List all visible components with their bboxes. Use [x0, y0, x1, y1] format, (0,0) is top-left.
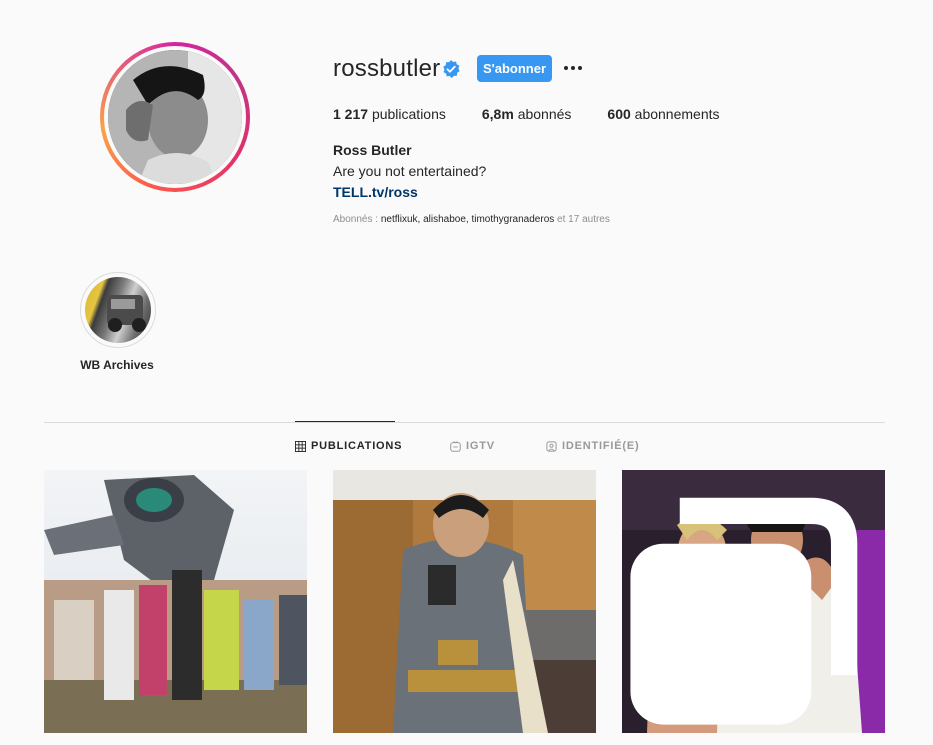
story-highlight[interactable]: [80, 272, 156, 348]
post-thumbnail[interactable]: [333, 470, 596, 733]
bio-link[interactable]: TELL.tv/ross: [333, 184, 418, 200]
post-thumbnail[interactable]: [622, 470, 885, 733]
tab-label: IGTV: [466, 440, 495, 452]
bio-text: Are you not entertained?: [333, 163, 487, 179]
followed-by-prefix: Abonnés :: [333, 214, 379, 225]
multiple-photos-icon: [630, 497, 858, 725]
followed-by-names: netflixuk, alishaboe, timothygranaderos: [380, 214, 555, 225]
tab-tagged[interactable]: IDENTIFIÉ(E): [546, 438, 639, 454]
grid-icon: [295, 440, 306, 452]
tab-igtv[interactable]: IGTV: [450, 438, 495, 454]
tagged-icon: [546, 440, 557, 452]
stat-posts: 1 217 publications: [333, 106, 446, 122]
posts-count: 1 217: [333, 106, 369, 122]
posts-label: publications: [371, 106, 446, 122]
followed-by[interactable]: Abonnés : netflixuk, alishaboe, timothyg…: [333, 214, 610, 225]
highlight-label: WB Archives: [80, 358, 154, 372]
follow-button[interactable]: S'abonner: [477, 55, 552, 82]
tab-publications[interactable]: PUBLICATIONS: [295, 438, 402, 454]
costume-photo: [333, 470, 596, 733]
profile-avatar[interactable]: [100, 42, 250, 192]
more-options-icon[interactable]: [562, 58, 584, 78]
highlight-cover: [85, 277, 151, 343]
followed-by-suffix: et 17 autres: [557, 214, 610, 225]
post-thumbnail[interactable]: [44, 470, 307, 733]
avatar-photo: [108, 50, 242, 184]
username: rossbutler: [333, 55, 441, 82]
tabs-divider: [44, 422, 885, 423]
followers-count: 6,8m: [481, 106, 514, 122]
following-label: abonnements: [634, 106, 720, 122]
verified-badge-icon: [443, 60, 460, 78]
profile-stats: 1 217 publications 6,8m abonnés 600 abon…: [333, 106, 756, 122]
active-tab-indicator: [295, 421, 395, 422]
stat-following[interactable]: 600 abonnements: [607, 106, 719, 122]
stat-followers[interactable]: 6,8m abonnés: [482, 106, 572, 122]
tab-label: PUBLICATIONS: [311, 440, 403, 452]
igtv-icon: [450, 440, 461, 452]
tab-label: IDENTIFIÉ(E): [562, 440, 640, 452]
following-count: 600: [607, 106, 631, 122]
festival-photo: [44, 470, 307, 733]
followers-label: abonnés: [517, 106, 572, 122]
full-name: Ross Butler: [333, 142, 412, 158]
